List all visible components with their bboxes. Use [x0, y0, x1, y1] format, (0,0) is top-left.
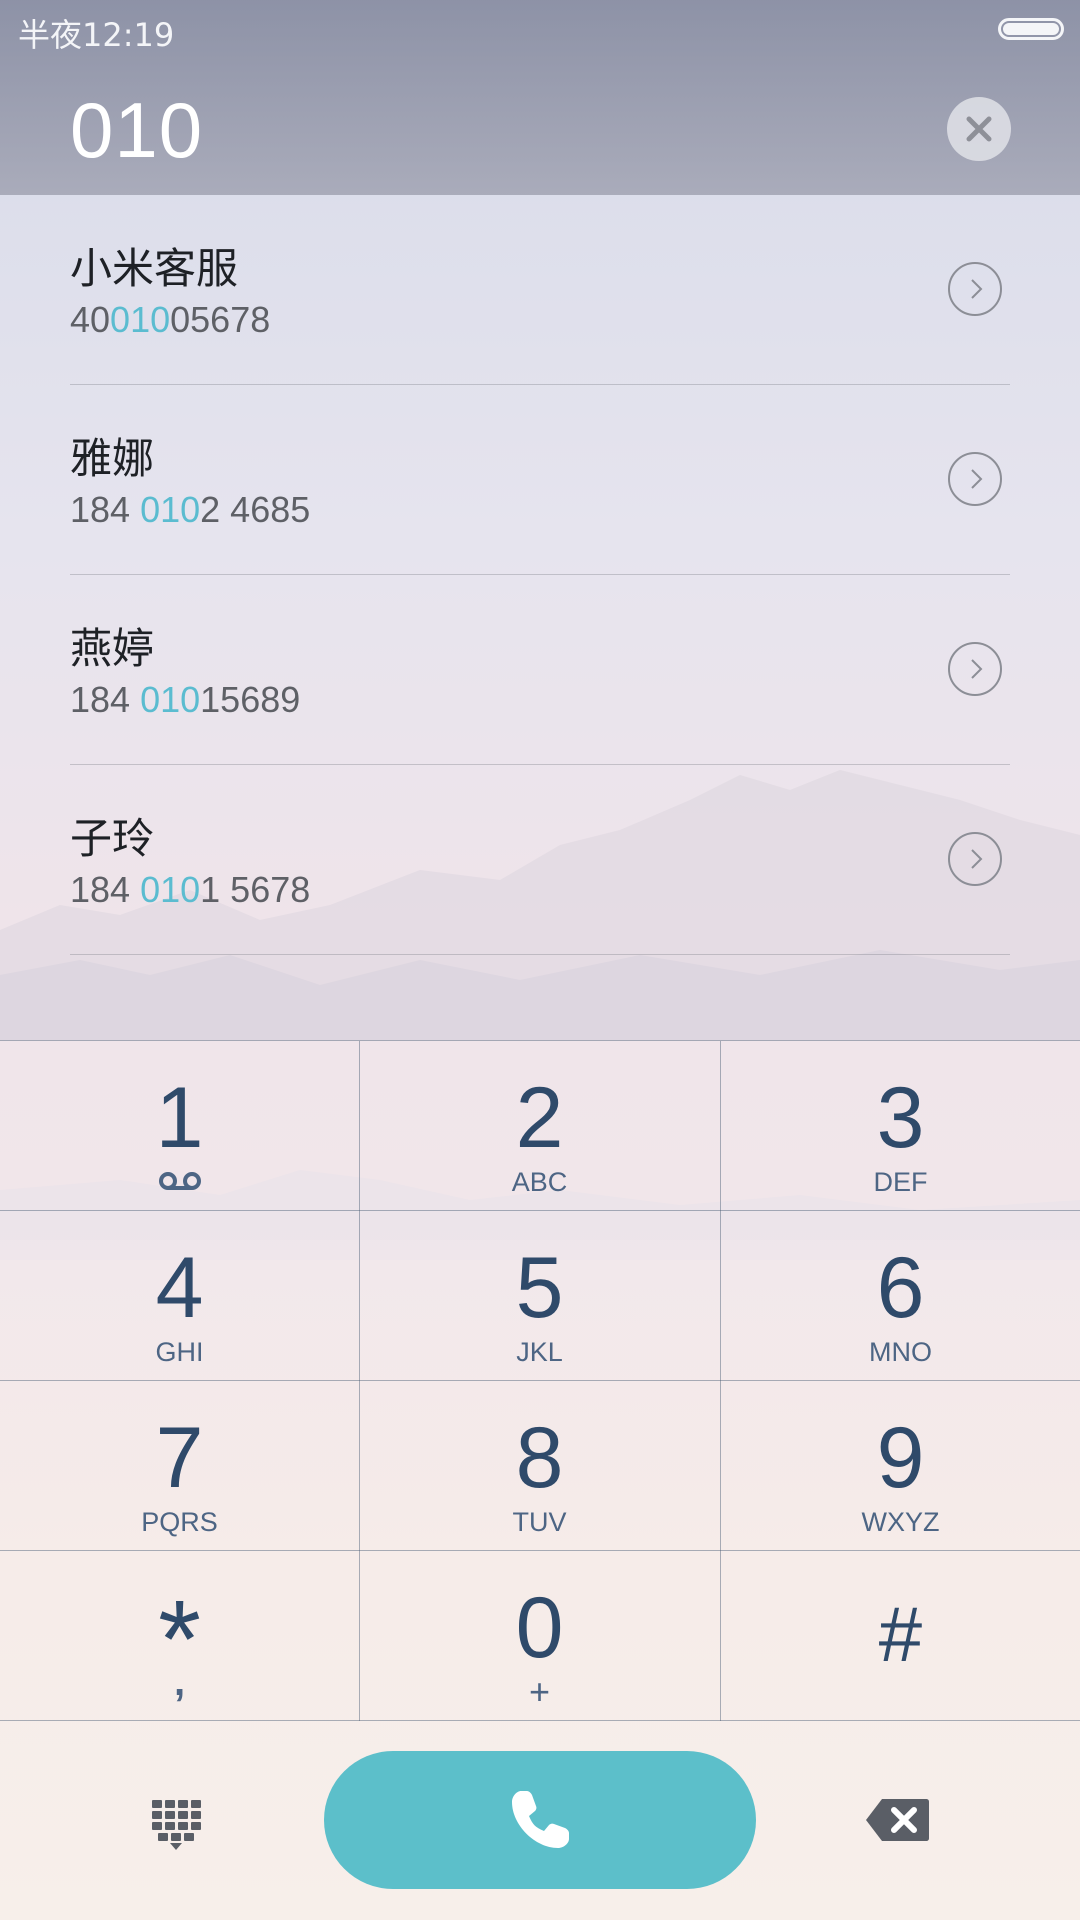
- contact-detail-button[interactable]: [948, 262, 1002, 316]
- key-1[interactable]: 1: [0, 1041, 359, 1210]
- key-8[interactable]: 8 TUV: [360, 1381, 719, 1550]
- key-0[interactable]: 0 +: [360, 1551, 719, 1720]
- status-time: 半夜12:19: [18, 16, 175, 54]
- key-6[interactable]: 6 MNO: [721, 1211, 1080, 1380]
- dialed-number-display[interactable]: 010: [70, 85, 203, 176]
- chevron-right-icon: [971, 659, 983, 679]
- dialpad-icon: [152, 1800, 201, 1850]
- key-4[interactable]: 4 GHI: [0, 1211, 359, 1380]
- match-highlight: 010: [110, 299, 171, 340]
- backspace-button[interactable]: [864, 1797, 930, 1843]
- phone-icon: [512, 1791, 569, 1848]
- dialpad-toggle-button[interactable]: [148, 1796, 204, 1852]
- clear-input-button[interactable]: [947, 97, 1011, 161]
- contact-name: 小米客服: [70, 244, 239, 293]
- contact-name: 子玲: [70, 814, 155, 863]
- match-highlight: 010: [140, 869, 201, 910]
- key-9[interactable]: 9 WXYZ: [721, 1381, 1080, 1550]
- dialer-action-bar: [0, 1721, 1080, 1920]
- voicemail-icon: [158, 1172, 201, 1190]
- chevron-right-icon: [971, 469, 983, 489]
- contact-detail-button[interactable]: [948, 832, 1002, 886]
- divider: [70, 954, 1010, 955]
- key-7[interactable]: 7 PQRS: [0, 1381, 359, 1550]
- contact-number: 184 0102 4685: [70, 489, 311, 530]
- contact-number: 184 01015689: [70, 679, 301, 720]
- chevron-right-icon: [971, 849, 983, 869]
- key-2[interactable]: 2 ABC: [360, 1041, 719, 1210]
- match-highlight: 010: [140, 489, 201, 530]
- status-bar: 半夜12:19: [0, 0, 1080, 60]
- battery-icon: [998, 18, 1064, 40]
- key-5[interactable]: 5 JKL: [360, 1211, 719, 1380]
- contact-result-row[interactable]: 雅娜 184 0102 4685: [0, 385, 1080, 575]
- call-button[interactable]: [324, 1751, 756, 1889]
- contact-results-list: 小米客服 4001005678 雅娜 184 0102 4685 燕婷 184 …: [0, 195, 1080, 955]
- backspace-icon: [866, 1799, 929, 1841]
- key-star[interactable]: * ,: [0, 1551, 359, 1720]
- match-highlight: 010: [140, 679, 201, 720]
- key-hash[interactable]: #: [721, 1551, 1080, 1720]
- dial-keypad: 1 2 ABC 3 DEF 4 GHI 5 JKL 6 MNO 7 PQRS 8…: [0, 1040, 1080, 1721]
- contact-result-row[interactable]: 子玲 184 0101 5678: [0, 765, 1080, 955]
- contact-name: 燕婷: [70, 624, 155, 673]
- contact-name: 雅娜: [70, 434, 155, 483]
- contact-number: 4001005678: [70, 299, 271, 340]
- close-icon: [966, 116, 992, 142]
- contact-detail-button[interactable]: [948, 452, 1002, 506]
- chevron-right-icon: [971, 279, 983, 299]
- key-3[interactable]: 3 DEF: [721, 1041, 1080, 1210]
- contact-result-row[interactable]: 小米客服 4001005678: [0, 195, 1080, 385]
- contact-number: 184 0101 5678: [70, 869, 311, 910]
- contact-detail-button[interactable]: [948, 642, 1002, 696]
- contact-result-row[interactable]: 燕婷 184 01015689: [0, 575, 1080, 765]
